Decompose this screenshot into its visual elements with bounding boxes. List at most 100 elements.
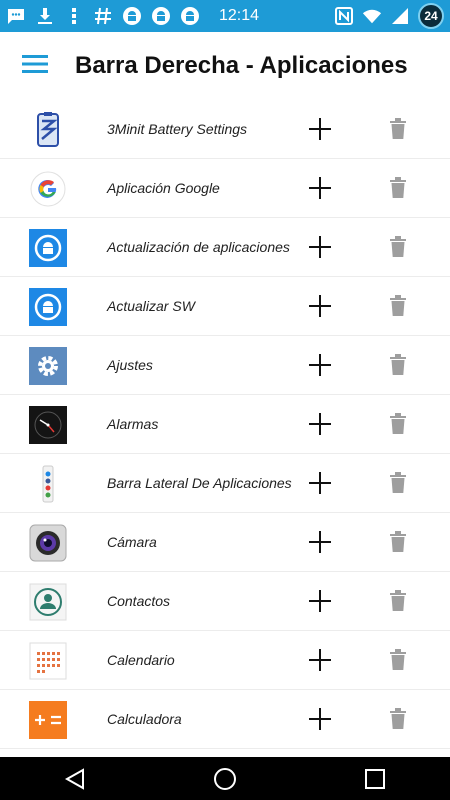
more-vert-icon <box>64 6 84 26</box>
add-button[interactable] <box>306 233 334 261</box>
add-button[interactable] <box>306 587 334 615</box>
trash-icon <box>390 295 406 316</box>
list-item: Calendario <box>0 631 450 690</box>
delete-button[interactable] <box>386 234 410 260</box>
android-icon <box>180 6 200 26</box>
list-item: 3Minit Battery Settings <box>0 100 450 159</box>
add-button[interactable] <box>306 174 334 202</box>
camera-icon <box>29 524 67 562</box>
add-button[interactable] <box>306 705 334 733</box>
add-button[interactable] <box>306 646 334 674</box>
trash-icon <box>390 354 406 375</box>
delete-button[interactable] <box>386 529 410 555</box>
trash-icon <box>390 413 406 434</box>
list-item: Ajustes <box>0 336 450 395</box>
add-button[interactable] <box>306 469 334 497</box>
settings-gear-icon <box>29 347 67 385</box>
plus-icon <box>309 118 331 140</box>
app-label: Ajustes <box>107 357 153 373</box>
plus-icon <box>309 354 331 376</box>
trash-icon <box>390 177 406 198</box>
hamburger-menu-icon <box>22 54 48 78</box>
chat-icon <box>6 6 26 26</box>
contacts-icon <box>29 583 67 621</box>
app-label: Aplicación Google <box>107 180 220 196</box>
app-label: Alarmas <box>107 416 159 432</box>
add-button[interactable] <box>306 528 334 556</box>
app-label: Cámara <box>107 534 157 550</box>
trash-icon <box>390 118 406 139</box>
app-list: 3Minit Battery Settings Aplicación Googl… <box>0 100 450 757</box>
navigation-bar <box>0 757 450 800</box>
plus-icon <box>309 295 331 317</box>
trash-icon <box>390 649 406 670</box>
trash-icon <box>390 708 406 729</box>
delete-button[interactable] <box>386 470 410 496</box>
list-item: Cámara <box>0 513 450 572</box>
app-label: Barra Lateral De Aplicaciones <box>107 475 292 491</box>
plus-icon <box>309 177 331 199</box>
trash-icon <box>390 472 406 493</box>
nfc-icon <box>334 6 354 26</box>
android-update-icon <box>29 229 67 267</box>
app-label: Actualizar SW <box>107 298 195 314</box>
add-button[interactable] <box>306 410 334 438</box>
add-button[interactable] <box>306 292 334 320</box>
calendar-icon <box>29 642 67 680</box>
signal-icon <box>390 6 410 26</box>
trash-icon <box>390 531 406 552</box>
plus-icon <box>309 472 331 494</box>
plus-icon <box>309 531 331 553</box>
add-button[interactable] <box>306 351 334 379</box>
recents-icon <box>365 768 385 789</box>
wifi-icon <box>362 6 382 26</box>
home-button[interactable] <box>195 757 255 800</box>
app-label: Calendario <box>107 652 175 668</box>
notification-badge: 24 <box>418 3 444 29</box>
delete-button[interactable] <box>386 647 410 673</box>
delete-button[interactable] <box>386 411 410 437</box>
list-item: Aplicación Google <box>0 159 450 218</box>
plus-icon <box>309 236 331 258</box>
app-label: Calculadora <box>107 711 182 727</box>
hamburger-menu-button[interactable] <box>0 32 70 100</box>
delete-button[interactable] <box>386 706 410 732</box>
calculator-icon <box>29 701 67 739</box>
delete-button[interactable] <box>386 175 410 201</box>
sidebar-apps-icon <box>29 465 67 503</box>
android-icon <box>122 6 142 26</box>
clock-icon <box>29 406 67 444</box>
delete-button[interactable] <box>386 588 410 614</box>
hash-icon <box>93 6 113 26</box>
page-title: Barra Derecha - Aplicaciones <box>75 52 408 79</box>
trash-icon <box>390 236 406 257</box>
plus-icon <box>309 590 331 612</box>
app-label: Actualización de aplicaciones <box>107 239 290 255</box>
google-icon <box>29 170 67 208</box>
delete-button[interactable] <box>386 116 410 142</box>
recents-button[interactable] <box>345 757 405 800</box>
trash-icon <box>390 590 406 611</box>
list-item: Actualización de aplicaciones <box>0 218 450 277</box>
status-time: 12:14 <box>219 7 260 24</box>
android-icon <box>151 6 171 26</box>
add-button[interactable] <box>306 115 334 143</box>
app-label: 3Minit Battery Settings <box>107 121 248 137</box>
download-icon <box>35 6 55 26</box>
list-item: Barra Lateral De Aplicaciones <box>0 454 450 513</box>
delete-button[interactable] <box>386 352 410 378</box>
list-item: Alarmas <box>0 395 450 454</box>
home-icon <box>214 767 236 790</box>
list-item: Contactos <box>0 572 450 631</box>
app-header: Barra Derecha - Aplicaciones <box>0 32 450 100</box>
plus-icon <box>309 649 331 671</box>
app-label: Contactos <box>107 593 171 609</box>
back-button[interactable] <box>45 757 105 800</box>
delete-button[interactable] <box>386 293 410 319</box>
plus-icon <box>309 413 331 435</box>
list-item: Actualizar SW <box>0 277 450 336</box>
android-update-icon <box>29 288 67 326</box>
status-bar: 12:14 24 <box>0 0 450 32</box>
battery-settings-icon <box>29 111 67 149</box>
plus-icon <box>309 708 331 730</box>
